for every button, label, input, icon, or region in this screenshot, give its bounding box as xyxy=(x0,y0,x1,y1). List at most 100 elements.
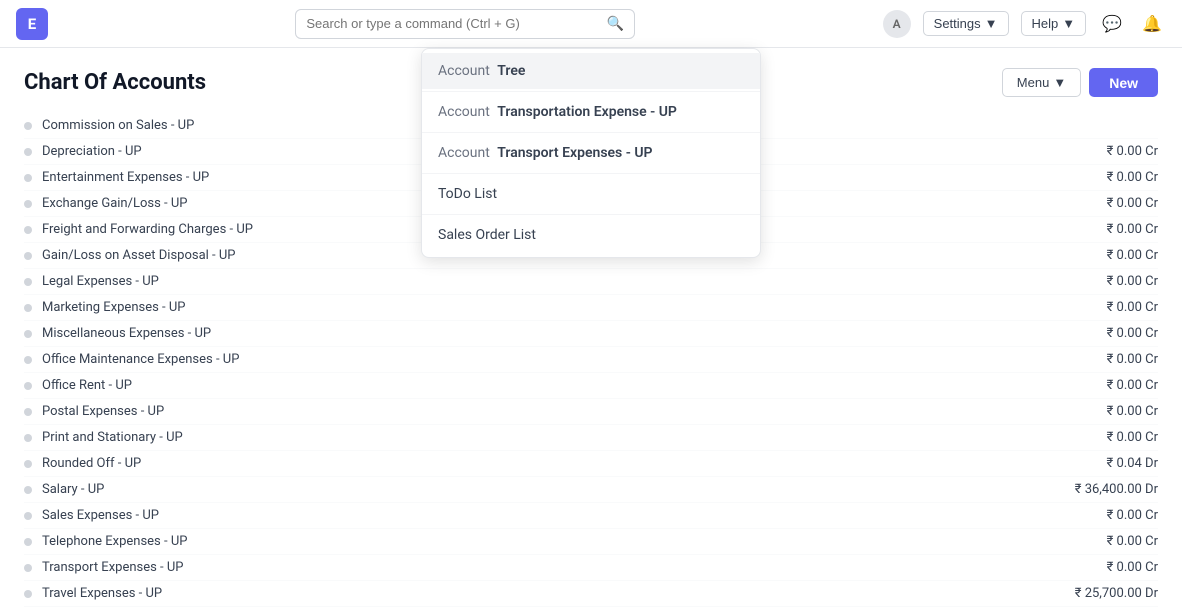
account-name: Rounded Off - UP xyxy=(42,456,141,471)
status-dot xyxy=(24,330,32,338)
status-dot xyxy=(24,512,32,520)
help-button[interactable]: Help ▼ xyxy=(1021,11,1087,36)
dropdown-prefix-2: Account xyxy=(438,104,493,120)
status-dot xyxy=(24,200,32,208)
status-dot xyxy=(24,174,32,182)
account-name: Depreciation - UP xyxy=(42,144,142,159)
dropdown-item-account-tree[interactable]: Account Tree xyxy=(422,53,760,89)
notification-icon-button[interactable]: 🔔 xyxy=(1138,10,1166,38)
account-name: Salary - UP xyxy=(42,482,104,497)
table-row[interactable]: Postal Expenses - UP ₹ 0.00 Cr xyxy=(24,399,1158,425)
account-amount: ₹ 0.00 Cr xyxy=(1107,248,1158,263)
dropdown-value-3: Transport Expenses - UP xyxy=(497,145,652,161)
chevron-down-icon: ▼ xyxy=(1062,16,1075,31)
settings-button[interactable]: Settings ▼ xyxy=(923,11,1009,36)
account-amount: ₹ 0.00 Cr xyxy=(1107,222,1158,237)
search-icon: 🔍 xyxy=(607,16,624,32)
status-dot xyxy=(24,434,32,442)
account-amount: ₹ 36,400.00 Dr xyxy=(1075,482,1158,497)
app-icon[interactable]: E xyxy=(16,8,48,40)
table-row[interactable]: Rounded Off - UP₹ 0.04 Dr xyxy=(24,451,1158,477)
dropdown-divider-3 xyxy=(422,173,760,174)
account-name: Commission on Sales - UP xyxy=(42,118,194,133)
account-name: Sales Expenses - UP xyxy=(42,508,159,523)
table-row[interactable]: Legal Expenses - UP₹ 0.00 Cr xyxy=(24,269,1158,295)
account-amount: ₹ 0.00 Cr xyxy=(1107,170,1158,185)
status-dot xyxy=(24,408,32,416)
account-amount: ₹ 25,700.00 Dr xyxy=(1075,586,1158,601)
table-row[interactable]: Office Maintenance Expenses - UP ₹ 0.00 C… xyxy=(24,347,1158,373)
account-name: Print and Stationary - UP xyxy=(42,430,183,445)
account-amount: ₹ 0.00 Cr xyxy=(1107,352,1158,367)
status-dot xyxy=(24,382,32,390)
search-dropdown: Account Tree Account Transportation Expe… xyxy=(421,48,761,258)
status-dot xyxy=(24,252,32,260)
account-name: Postal Expenses - UP xyxy=(42,404,164,419)
page-title: Chart Of Accounts xyxy=(24,70,206,95)
avatar-label: A xyxy=(893,17,901,31)
new-button[interactable]: New xyxy=(1089,68,1158,97)
chat-icon-button[interactable]: 💬 xyxy=(1098,10,1126,38)
status-dot xyxy=(24,226,32,234)
table-row[interactable]: Office Rent - UP ₹ 0.00 Cr xyxy=(24,373,1158,399)
dropdown-prefix-3: Account xyxy=(438,145,493,161)
account-name: Freight and Forwarding Charges - UP xyxy=(42,222,253,237)
dropdown-divider-4 xyxy=(422,214,760,215)
chevron-down-icon: ▼ xyxy=(985,16,998,31)
account-amount: ₹ 0.00 Cr xyxy=(1107,300,1158,315)
account-amount: ₹ 0.00 Cr xyxy=(1107,326,1158,341)
status-dot xyxy=(24,356,32,364)
account-amount: ₹ 0.00 Cr xyxy=(1107,430,1158,445)
status-dot xyxy=(24,590,32,598)
dropdown-item-todo-list[interactable]: ToDo List xyxy=(422,176,760,212)
new-label: New xyxy=(1109,75,1138,91)
account-amount: ₹ 0.00 Cr xyxy=(1107,378,1158,393)
dropdown-item-transport-expenses[interactable]: Account Transport Expenses - UP xyxy=(422,135,760,171)
status-dot xyxy=(24,148,32,156)
table-row[interactable]: Travel Expenses - UP ₹ 25,700.00 Dr xyxy=(24,581,1158,607)
app-icon-label: E xyxy=(28,15,36,33)
account-name: Miscellaneous Expenses - UP xyxy=(42,326,211,341)
status-dot xyxy=(24,564,32,572)
dropdown-item-sales-order-list[interactable]: Sales Order List xyxy=(422,217,760,253)
account-amount: ₹ 0.00 Cr xyxy=(1107,274,1158,289)
navbar: E 🔍 A Settings ▼ Help ▼ 💬 🔔 xyxy=(0,0,1182,48)
menu-label: Menu xyxy=(1017,75,1050,90)
status-dot xyxy=(24,122,32,130)
menu-button[interactable]: Menu ▼ xyxy=(1002,68,1081,97)
search-input[interactable] xyxy=(306,16,599,31)
dropdown-divider-1 xyxy=(422,91,760,92)
navbar-center: 🔍 xyxy=(295,9,635,39)
dropdown-value-2: Transportation Expense - UP xyxy=(497,104,677,120)
table-row[interactable]: Telephone Expenses - UP₹ 0.00 Cr xyxy=(24,529,1158,555)
status-dot xyxy=(24,538,32,546)
account-name: Exchange Gain/Loss - UP xyxy=(42,196,187,211)
avatar[interactable]: A xyxy=(883,10,911,38)
dropdown-item-transportation-expense[interactable]: Account Transportation Expense - UP xyxy=(422,94,760,130)
status-dot xyxy=(24,304,32,312)
account-amount: ₹ 0.00 Cr xyxy=(1107,560,1158,575)
dropdown-divider-2 xyxy=(422,132,760,133)
account-amount: ₹ 0.00 Cr xyxy=(1107,534,1158,549)
account-name: Travel Expenses - UP xyxy=(42,586,162,601)
table-row[interactable]: Miscellaneous Expenses - UP ₹ 0.00 Cr xyxy=(24,321,1158,347)
status-dot xyxy=(24,486,32,494)
table-row[interactable]: Transport Expenses - UP ₹ 0.00 Cr xyxy=(24,555,1158,581)
table-row[interactable]: Marketing Expenses - UP₹ 0.00 Cr xyxy=(24,295,1158,321)
table-row[interactable]: Sales Expenses - UP₹ 0.00 Cr xyxy=(24,503,1158,529)
account-name: Office Rent - UP xyxy=(42,378,132,393)
settings-label: Settings xyxy=(934,16,981,31)
dropdown-value-4: ToDo List xyxy=(438,186,497,202)
account-name: Office Maintenance Expenses - UP xyxy=(42,352,239,367)
help-label: Help xyxy=(1032,16,1059,31)
table-row[interactable]: Salary - UP ₹ 36,400.00 Dr xyxy=(24,477,1158,503)
dropdown-prefix-1: Account xyxy=(438,63,493,79)
account-name: Transport Expenses - UP xyxy=(42,560,184,575)
table-row[interactable]: Utility Expenses - UP₹ 0.00 Cr xyxy=(24,607,1158,613)
status-dot xyxy=(24,460,32,468)
table-row[interactable]: Print and Stationary - UP ₹ 0.00 Cr xyxy=(24,425,1158,451)
navbar-right: A Settings ▼ Help ▼ 💬 🔔 xyxy=(883,10,1166,38)
account-amount: ₹ 0.00 Cr xyxy=(1107,404,1158,419)
search-box-container: 🔍 xyxy=(295,9,635,39)
dropdown-value-5: Sales Order List xyxy=(438,227,536,243)
